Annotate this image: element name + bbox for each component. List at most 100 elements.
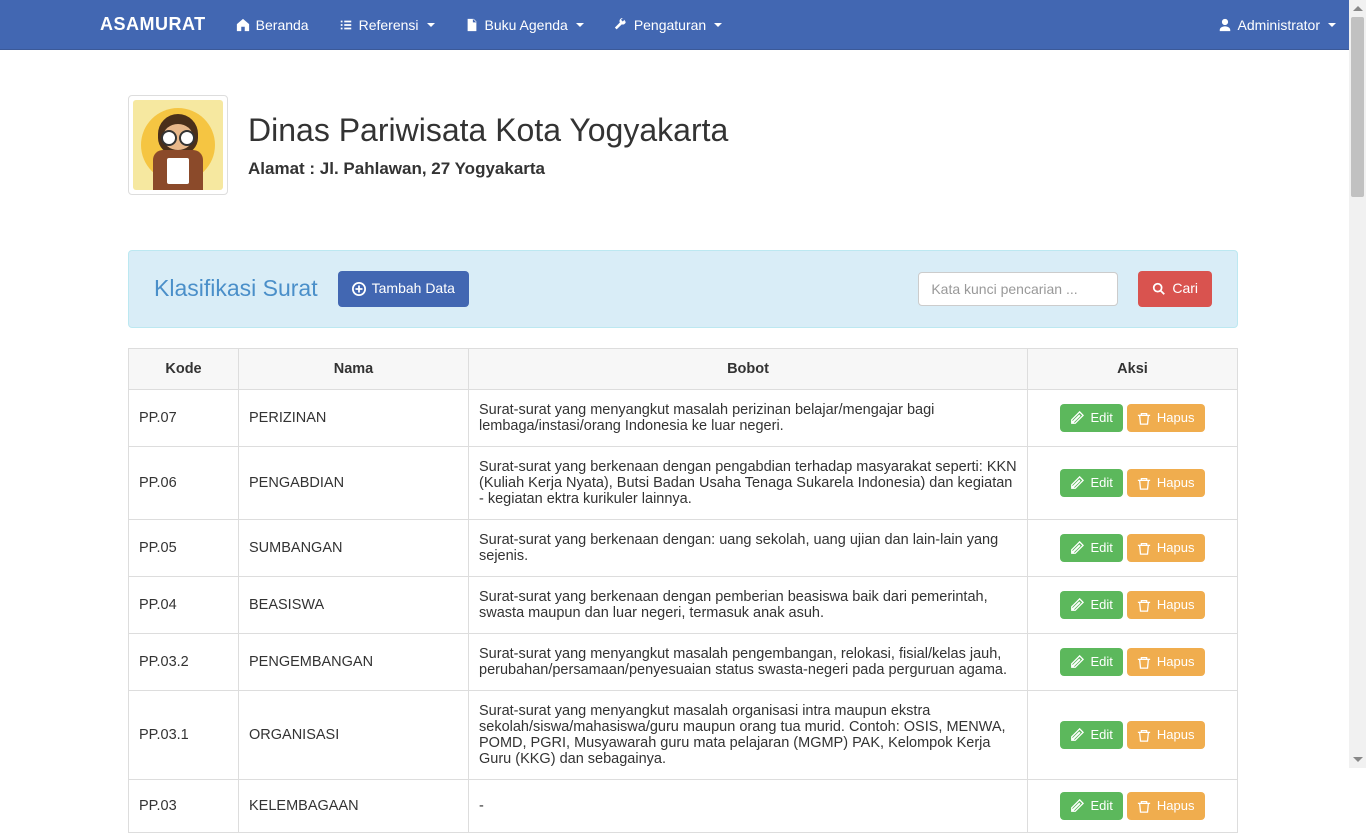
delete-button[interactable]: Hapus: [1127, 591, 1205, 619]
edit-button[interactable]: Edit: [1060, 404, 1122, 432]
cell-aksi: Edit Hapus: [1028, 389, 1238, 446]
cell-nama: KELEMBAGAAN: [239, 779, 469, 832]
cell-nama: PENGEMBANGAN: [239, 633, 469, 690]
edit-icon: [1070, 411, 1084, 425]
nav-item-pengaturan[interactable]: Pengaturan: [599, 2, 737, 48]
edit-icon: [1070, 655, 1084, 669]
user-label: Administrator: [1238, 17, 1320, 33]
edit-icon: [1070, 598, 1084, 612]
cell-aksi: Edit Hapus: [1028, 690, 1238, 779]
cell-bobot: -: [469, 779, 1028, 832]
edit-icon: [1070, 541, 1084, 555]
cell-bobot: Surat-surat yang berkenaan dengan pember…: [469, 576, 1028, 633]
page-title: Dinas Pariwisata Kota Yogyakarta: [248, 112, 728, 149]
cell-kode: PP.03: [129, 779, 239, 832]
caret-icon: [1328, 23, 1336, 27]
delete-button[interactable]: Hapus: [1127, 648, 1205, 676]
cell-nama: ORGANISASI: [239, 690, 469, 779]
list-icon: [339, 18, 353, 32]
caret-icon: [576, 23, 584, 27]
cell-aksi: Edit Hapus: [1028, 633, 1238, 690]
brand-logo[interactable]: ASAMURAT: [15, 14, 221, 35]
search-icon: [1152, 282, 1166, 296]
table-row: PP.03KELEMBAGAAN-Edit Hapus: [129, 779, 1238, 832]
scroll-down-button[interactable]: [1349, 751, 1366, 768]
plus-circle-icon: [352, 282, 366, 296]
caret-icon: [714, 23, 722, 27]
table-row: PP.04BEASISWASurat-surat yang berkenaan …: [129, 576, 1238, 633]
edit-icon: [1070, 476, 1084, 490]
edit-button[interactable]: Edit: [1060, 591, 1122, 619]
nav-item-buku-agenda[interactable]: Buku Agenda: [450, 2, 599, 48]
cell-kode: PP.03.2: [129, 633, 239, 690]
scrollbar[interactable]: [1349, 0, 1366, 768]
cell-nama: PERIZINAN: [239, 389, 469, 446]
cell-nama: PENGABDIAN: [239, 446, 469, 519]
navbar: ASAMURAT BerandaReferensiBuku AgendaPeng…: [0, 0, 1366, 50]
col-nama: Nama: [239, 348, 469, 389]
trash-icon: [1137, 655, 1151, 669]
org-header: Dinas Pariwisata Kota Yogyakarta Alamat …: [128, 80, 1238, 220]
search-input[interactable]: [918, 272, 1118, 306]
edit-icon: [1070, 728, 1084, 742]
trash-icon: [1137, 728, 1151, 742]
cell-aksi: Edit Hapus: [1028, 446, 1238, 519]
panel-heading: Klasifikasi Surat Tambah Data Cari: [128, 250, 1238, 328]
cell-bobot: Surat-surat yang menyangkut masalah peri…: [469, 389, 1028, 446]
edit-button[interactable]: Edit: [1060, 792, 1122, 820]
cell-kode: PP.07: [129, 389, 239, 446]
table-row: PP.05SUMBANGANSurat-surat yang berkenaan…: [129, 519, 1238, 576]
avatar: [128, 95, 228, 195]
wrench-icon: [614, 18, 628, 32]
table-row: PP.03.2PENGEMBANGANSurat-surat yang meny…: [129, 633, 1238, 690]
cell-bobot: Surat-surat yang menyangkut masalah peng…: [469, 633, 1028, 690]
data-table: Kode Nama Bobot Aksi PP.07PERIZINANSurat…: [128, 348, 1238, 833]
col-bobot: Bobot: [469, 348, 1028, 389]
trash-icon: [1137, 541, 1151, 555]
user-menu[interactable]: Administrator: [1203, 2, 1351, 48]
cell-kode: PP.04: [129, 576, 239, 633]
user-icon: [1218, 18, 1232, 32]
trash-icon: [1137, 411, 1151, 425]
file-icon: [465, 18, 479, 32]
cell-kode: PP.05: [129, 519, 239, 576]
delete-button[interactable]: Hapus: [1127, 469, 1205, 497]
trash-icon: [1137, 598, 1151, 612]
delete-button[interactable]: Hapus: [1127, 792, 1205, 820]
cell-bobot: Surat-surat yang berkenaan dengan: uang …: [469, 519, 1028, 576]
delete-button[interactable]: Hapus: [1127, 404, 1205, 432]
table-row: PP.07PERIZINANSurat-surat yang menyangku…: [129, 389, 1238, 446]
cell-bobot: Surat-surat yang berkenaan dengan pengab…: [469, 446, 1028, 519]
trash-icon: [1137, 799, 1151, 813]
cell-aksi: Edit Hapus: [1028, 576, 1238, 633]
panel-title: Klasifikasi Surat: [154, 275, 318, 302]
edit-button[interactable]: Edit: [1060, 469, 1122, 497]
edit-icon: [1070, 799, 1084, 813]
add-data-button[interactable]: Tambah Data: [338, 271, 469, 307]
edit-button[interactable]: Edit: [1060, 721, 1122, 749]
nav-item-referensi[interactable]: Referensi: [324, 2, 450, 48]
cell-nama: SUMBANGAN: [239, 519, 469, 576]
cell-kode: PP.03.1: [129, 690, 239, 779]
nav-item-beranda[interactable]: Beranda: [221, 2, 324, 48]
trash-icon: [1137, 476, 1151, 490]
scrollbar-thumb[interactable]: [1351, 17, 1364, 197]
page-subtitle: Alamat : Jl. Pahlawan, 27 Yogyakarta: [248, 159, 728, 179]
col-aksi: Aksi: [1028, 348, 1238, 389]
col-kode: Kode: [129, 348, 239, 389]
cell-nama: BEASISWA: [239, 576, 469, 633]
scroll-up-button[interactable]: [1349, 0, 1366, 17]
cell-bobot: Surat-surat yang menyangkut masalah orga…: [469, 690, 1028, 779]
edit-button[interactable]: Edit: [1060, 534, 1122, 562]
table-row: PP.06PENGABDIANSurat-surat yang berkenaa…: [129, 446, 1238, 519]
table-row: PP.03.1ORGANISASISurat-surat yang menyan…: [129, 690, 1238, 779]
cell-kode: PP.06: [129, 446, 239, 519]
cell-aksi: Edit Hapus: [1028, 519, 1238, 576]
cell-aksi: Edit Hapus: [1028, 779, 1238, 832]
edit-button[interactable]: Edit: [1060, 648, 1122, 676]
home-icon: [236, 18, 250, 32]
search-button[interactable]: Cari: [1138, 271, 1212, 307]
delete-button[interactable]: Hapus: [1127, 534, 1205, 562]
delete-button[interactable]: Hapus: [1127, 721, 1205, 749]
caret-icon: [427, 23, 435, 27]
